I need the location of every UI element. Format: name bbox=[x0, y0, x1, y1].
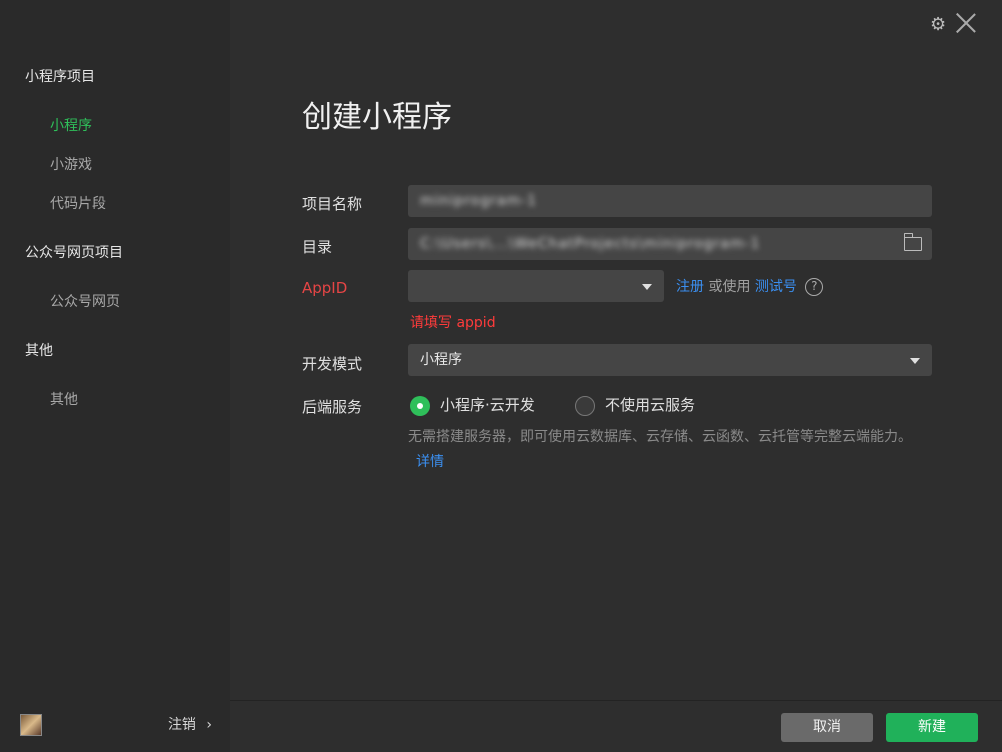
sidebar-section-other: 其他 bbox=[25, 343, 53, 359]
appid-label: AppID bbox=[302, 279, 348, 297]
logout-label: 注销 bbox=[167, 717, 196, 733]
appid-links: 注册 或使用 测试号 ? bbox=[676, 276, 824, 296]
sidebar-section-miniprogram: 小程序项目 bbox=[25, 69, 95, 85]
backend-description-text: 无需搭建服务器，即可使用云数据库、云存储、云函数、云托管等完整云端能力。 bbox=[408, 429, 912, 445]
directory-value: C:\Users\...\WeChatProjects\miniprogram-… bbox=[420, 236, 761, 252]
radio-no-cloud-label: 不使用云服务 bbox=[605, 396, 696, 414]
cancel-button[interactable]: 取消 bbox=[781, 713, 873, 742]
chevron-right-icon: › bbox=[206, 717, 212, 733]
directory-input[interactable]: C:\Users\...\WeChatProjects\miniprogram-… bbox=[408, 228, 932, 260]
project-name-value: miniprogram-1 bbox=[420, 193, 538, 209]
backend-description: 无需搭建服务器，即可使用云数据库、云存储、云函数、云托管等完整云端能力。 详情 bbox=[408, 425, 934, 475]
folder-icon[interactable] bbox=[903, 233, 922, 251]
radio-unchecked-icon bbox=[575, 395, 595, 416]
backend-label: 后端服务 bbox=[302, 398, 363, 416]
radio-cloud-dev-label: 小程序·云开发 bbox=[440, 396, 535, 414]
sidebar-item-code-snippet[interactable]: 代码片段 bbox=[50, 193, 106, 213]
radio-cloud-dev[interactable]: 小程序·云开发 bbox=[410, 394, 535, 416]
test-account-link[interactable]: 测试号 bbox=[755, 279, 797, 295]
project-name-label: 项目名称 bbox=[302, 195, 363, 213]
details-link[interactable]: 详情 bbox=[416, 454, 444, 470]
sidebar-item-other[interactable]: 其他 bbox=[50, 389, 78, 409]
radio-no-cloud[interactable]: 不使用云服务 bbox=[575, 394, 695, 416]
radio-checked-icon bbox=[410, 395, 430, 416]
main-panel: ⚙ 创建小程序 项目名称 miniprogram-1 目录 C:\Users\.… bbox=[230, 0, 1002, 752]
bottom-bar: 取消 新建 bbox=[230, 700, 1002, 752]
sidebar-footer: 注销 › bbox=[0, 700, 230, 752]
project-name-input[interactable]: miniprogram-1 bbox=[408, 185, 932, 217]
sidebar-item-minigame[interactable]: 小游戏 bbox=[50, 154, 92, 174]
avatar[interactable] bbox=[20, 714, 42, 736]
caret-down-icon bbox=[642, 284, 652, 290]
close-icon[interactable] bbox=[954, 10, 978, 34]
caret-down-icon bbox=[910, 358, 920, 364]
directory-label: 目录 bbox=[302, 238, 333, 256]
help-icon[interactable]: ? bbox=[805, 278, 824, 296]
dev-mode-label: 开发模式 bbox=[302, 355, 363, 373]
or-use-text: 或使用 bbox=[708, 279, 751, 295]
sidebar: 小程序项目 小程序 小游戏 代码片段 公众号网页项目 公众号网页 其他 其他 注… bbox=[0, 0, 230, 752]
sidebar-item-official-account-web[interactable]: 公众号网页 bbox=[50, 291, 120, 311]
gear-icon[interactable]: ⚙ bbox=[930, 14, 946, 35]
appid-error: 请填写 appid bbox=[410, 315, 496, 331]
sidebar-section-official-account: 公众号网页项目 bbox=[25, 245, 123, 261]
create-button[interactable]: 新建 bbox=[886, 713, 978, 742]
appid-select[interactable] bbox=[408, 270, 664, 302]
page-title: 创建小程序 bbox=[302, 100, 452, 135]
sidebar-item-miniprogram[interactable]: 小程序 bbox=[50, 115, 92, 135]
dev-mode-select[interactable]: 小程序 bbox=[408, 344, 932, 376]
window-controls: ⚙ bbox=[922, 0, 1002, 46]
dev-mode-value: 小程序 bbox=[420, 352, 462, 368]
register-link[interactable]: 注册 bbox=[676, 279, 704, 295]
logout-button[interactable]: 注销 › bbox=[168, 714, 212, 734]
